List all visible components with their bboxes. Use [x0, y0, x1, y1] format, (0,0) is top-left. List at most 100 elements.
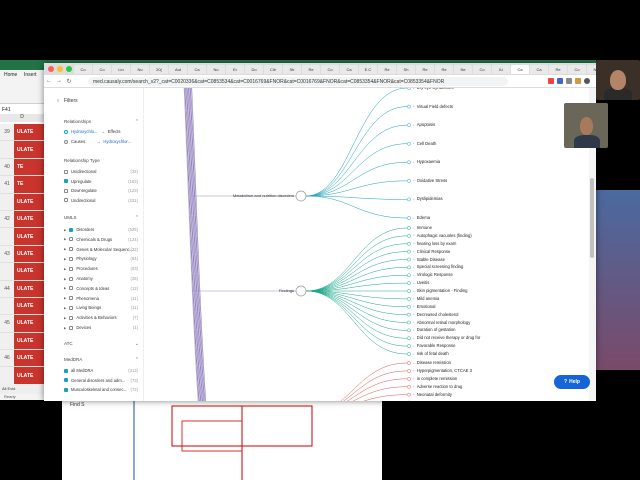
browser-tab[interactable]: Re — [378, 64, 396, 74]
filter-option[interactable]: ▶ Disorders (525) — [64, 227, 143, 232]
excel-row[interactable]: ULATE — [0, 367, 44, 385]
cell[interactable]: ULATE — [14, 210, 44, 228]
cell[interactable]: ULATE — [14, 245, 44, 263]
checkbox[interactable] — [69, 315, 74, 320]
graph-leaf[interactable]: + in complete remission — [413, 376, 457, 381]
extension-icon[interactable] — [548, 78, 554, 84]
browser-tab[interactable]: Ca — [340, 64, 358, 74]
cell[interactable]: TE — [14, 176, 44, 193]
browser-tab[interactable]: Co — [93, 64, 111, 74]
forward-icon[interactable]: → — [54, 78, 64, 84]
expand-icon[interactable]: ▶ — [64, 267, 66, 271]
graph-leaf[interactable]: + Cell Death — [413, 141, 436, 146]
expand-icon[interactable]: + — [413, 384, 415, 388]
browser-tab[interactable]: Sh — [397, 64, 415, 74]
graph-leaf[interactable]: + Hypoxaemia — [413, 159, 440, 164]
graph-leaf[interactable]: + Virologic Response — [413, 272, 453, 277]
browser-tab[interactable]: Lin — [112, 64, 130, 74]
graph-leaf[interactable]: + Favorable Response — [413, 343, 455, 348]
excel-row[interactable]: 41 TE — [0, 176, 44, 194]
expand-icon[interactable]: + — [413, 376, 415, 380]
extension-icon[interactable] — [566, 78, 572, 84]
filter-option[interactable]: ▶ Anatomy (25) — [64, 276, 143, 281]
graph-leaf[interactable]: + Visual Field defects — [413, 104, 453, 109]
browser-tab[interactable]: Re — [549, 64, 567, 74]
browser-tab[interactable]: Aut — [169, 64, 187, 74]
browser-tab[interactable]: Co — [473, 64, 491, 74]
excel-row[interactable]: ULATE — [0, 193, 44, 211]
browser-tab[interactable]: Ca — [511, 64, 529, 74]
filter-option[interactable]: ▶ Physiology (64) — [64, 256, 143, 261]
expand-icon[interactable]: + — [413, 352, 415, 356]
filter-option[interactable]: ▶ Genes & Molecular Sequenc... (22) — [64, 247, 143, 252]
graph-leaf[interactable]: +Dry eye Syndromes — [413, 88, 454, 90]
checkbox[interactable] — [69, 296, 74, 301]
graph-leaf[interactable]: + Autophagic vacuoles (finding) — [413, 233, 472, 238]
browser-tab[interactable]: 20( — [150, 64, 168, 74]
cell[interactable]: ULATE — [14, 297, 44, 315]
graph-leaf[interactable]: + Emotional — [413, 304, 435, 309]
graph-leaf[interactable]: + Uveitis — [413, 280, 429, 285]
graph-leaf[interactable]: + Did not receive therapy or drug for — [413, 335, 480, 340]
minimize-window-button[interactable] — [57, 66, 63, 72]
expand-icon[interactable]: + — [413, 197, 415, 201]
cell[interactable]: ULATE — [14, 124, 44, 141]
expand-icon[interactable]: ▶ — [64, 326, 66, 330]
browser-tab[interactable]: Re — [416, 64, 434, 74]
chevron-up-icon[interactable]: ⌃ — [135, 215, 139, 221]
cell[interactable]: ULATE — [14, 263, 44, 280]
expand-icon[interactable]: ▶ — [64, 277, 66, 281]
checkbox[interactable] — [69, 247, 74, 252]
relationship-option[interactable]: Causes → Hydroxychlor... — [64, 139, 143, 144]
expand-icon[interactable]: ▶ — [64, 316, 66, 320]
browser-tab[interactable]: Ne — [454, 64, 472, 74]
graph-leaf[interactable]: + Edema — [413, 215, 430, 220]
expand-icon[interactable]: + — [413, 178, 415, 182]
checkbox[interactable] — [69, 286, 74, 291]
checkbox[interactable] — [64, 198, 68, 202]
excel-tab-insert[interactable]: Insert — [24, 72, 37, 78]
filter-option[interactable]: ▶ Living Beings (11) — [64, 305, 143, 310]
browser-tab[interactable]: Do — [245, 64, 263, 74]
expand-icon[interactable]: + — [413, 160, 415, 164]
graph-leaf[interactable]: + Mild anemia — [413, 296, 439, 301]
filter-option[interactable]: Unidirectional (22) — [64, 169, 143, 174]
relationship-option[interactable]: Hydroxychlo... → Effects — [64, 129, 143, 134]
checkbox[interactable] — [64, 169, 68, 174]
excel-row[interactable]: ULATE — [0, 332, 44, 351]
browser-tab[interactable]: Co — [321, 64, 339, 74]
browser-tab[interactable]: Ne — [587, 64, 596, 74]
filter-option[interactable]: Downregulate (123) — [64, 188, 143, 193]
excel-row[interactable]: 42 ULATE — [0, 210, 44, 229]
graph-leaf[interactable]: + Oxidative Stress — [413, 178, 447, 183]
graph-leaf[interactable]: + Hyperpigmentation, CTCAE 3 — [413, 368, 472, 373]
expand-icon[interactable]: + — [413, 104, 415, 108]
close-window-button[interactable] — [48, 66, 54, 72]
checkbox[interactable] — [64, 179, 68, 183]
extension-icon[interactable] — [557, 78, 563, 84]
scrollbar-thumb[interactable] — [590, 178, 594, 258]
checkbox[interactable] — [69, 305, 74, 310]
graph-leaf[interactable]: + Neonatal deformity — [413, 392, 452, 397]
expand-icon[interactable]: + — [413, 226, 415, 230]
profile-icon[interactable] — [584, 78, 590, 84]
filter-option[interactable]: ▶ Concepts & Ideas (12) — [64, 286, 143, 291]
expand-icon[interactable]: + — [413, 273, 415, 277]
checkbox[interactable] — [69, 227, 74, 232]
expand-icon[interactable]: + — [413, 233, 415, 237]
expand-icon[interactable]: + — [413, 296, 415, 300]
reload-icon[interactable]: ↻ — [64, 78, 74, 85]
cell[interactable]: ULATE — [14, 280, 44, 297]
filter-option[interactable]: ▶ Phenomena (11) — [64, 296, 143, 301]
expand-icon[interactable]: + — [413, 141, 415, 145]
expand-icon[interactable]: ▶ — [64, 306, 66, 310]
cell[interactable]: ULATE — [14, 193, 44, 210]
expand-icon[interactable]: + — [413, 392, 415, 396]
checkbox[interactable] — [64, 368, 68, 373]
back-icon[interactable]: ← — [44, 78, 54, 84]
browser-tab[interactable]: Re — [302, 64, 320, 74]
expand-icon[interactable]: + — [413, 368, 415, 372]
cell-reference[interactable]: F41 — [2, 107, 11, 113]
excel-row[interactable]: 43 ULATE — [0, 245, 44, 264]
browser-tab[interactable]: Ca — [188, 64, 206, 74]
